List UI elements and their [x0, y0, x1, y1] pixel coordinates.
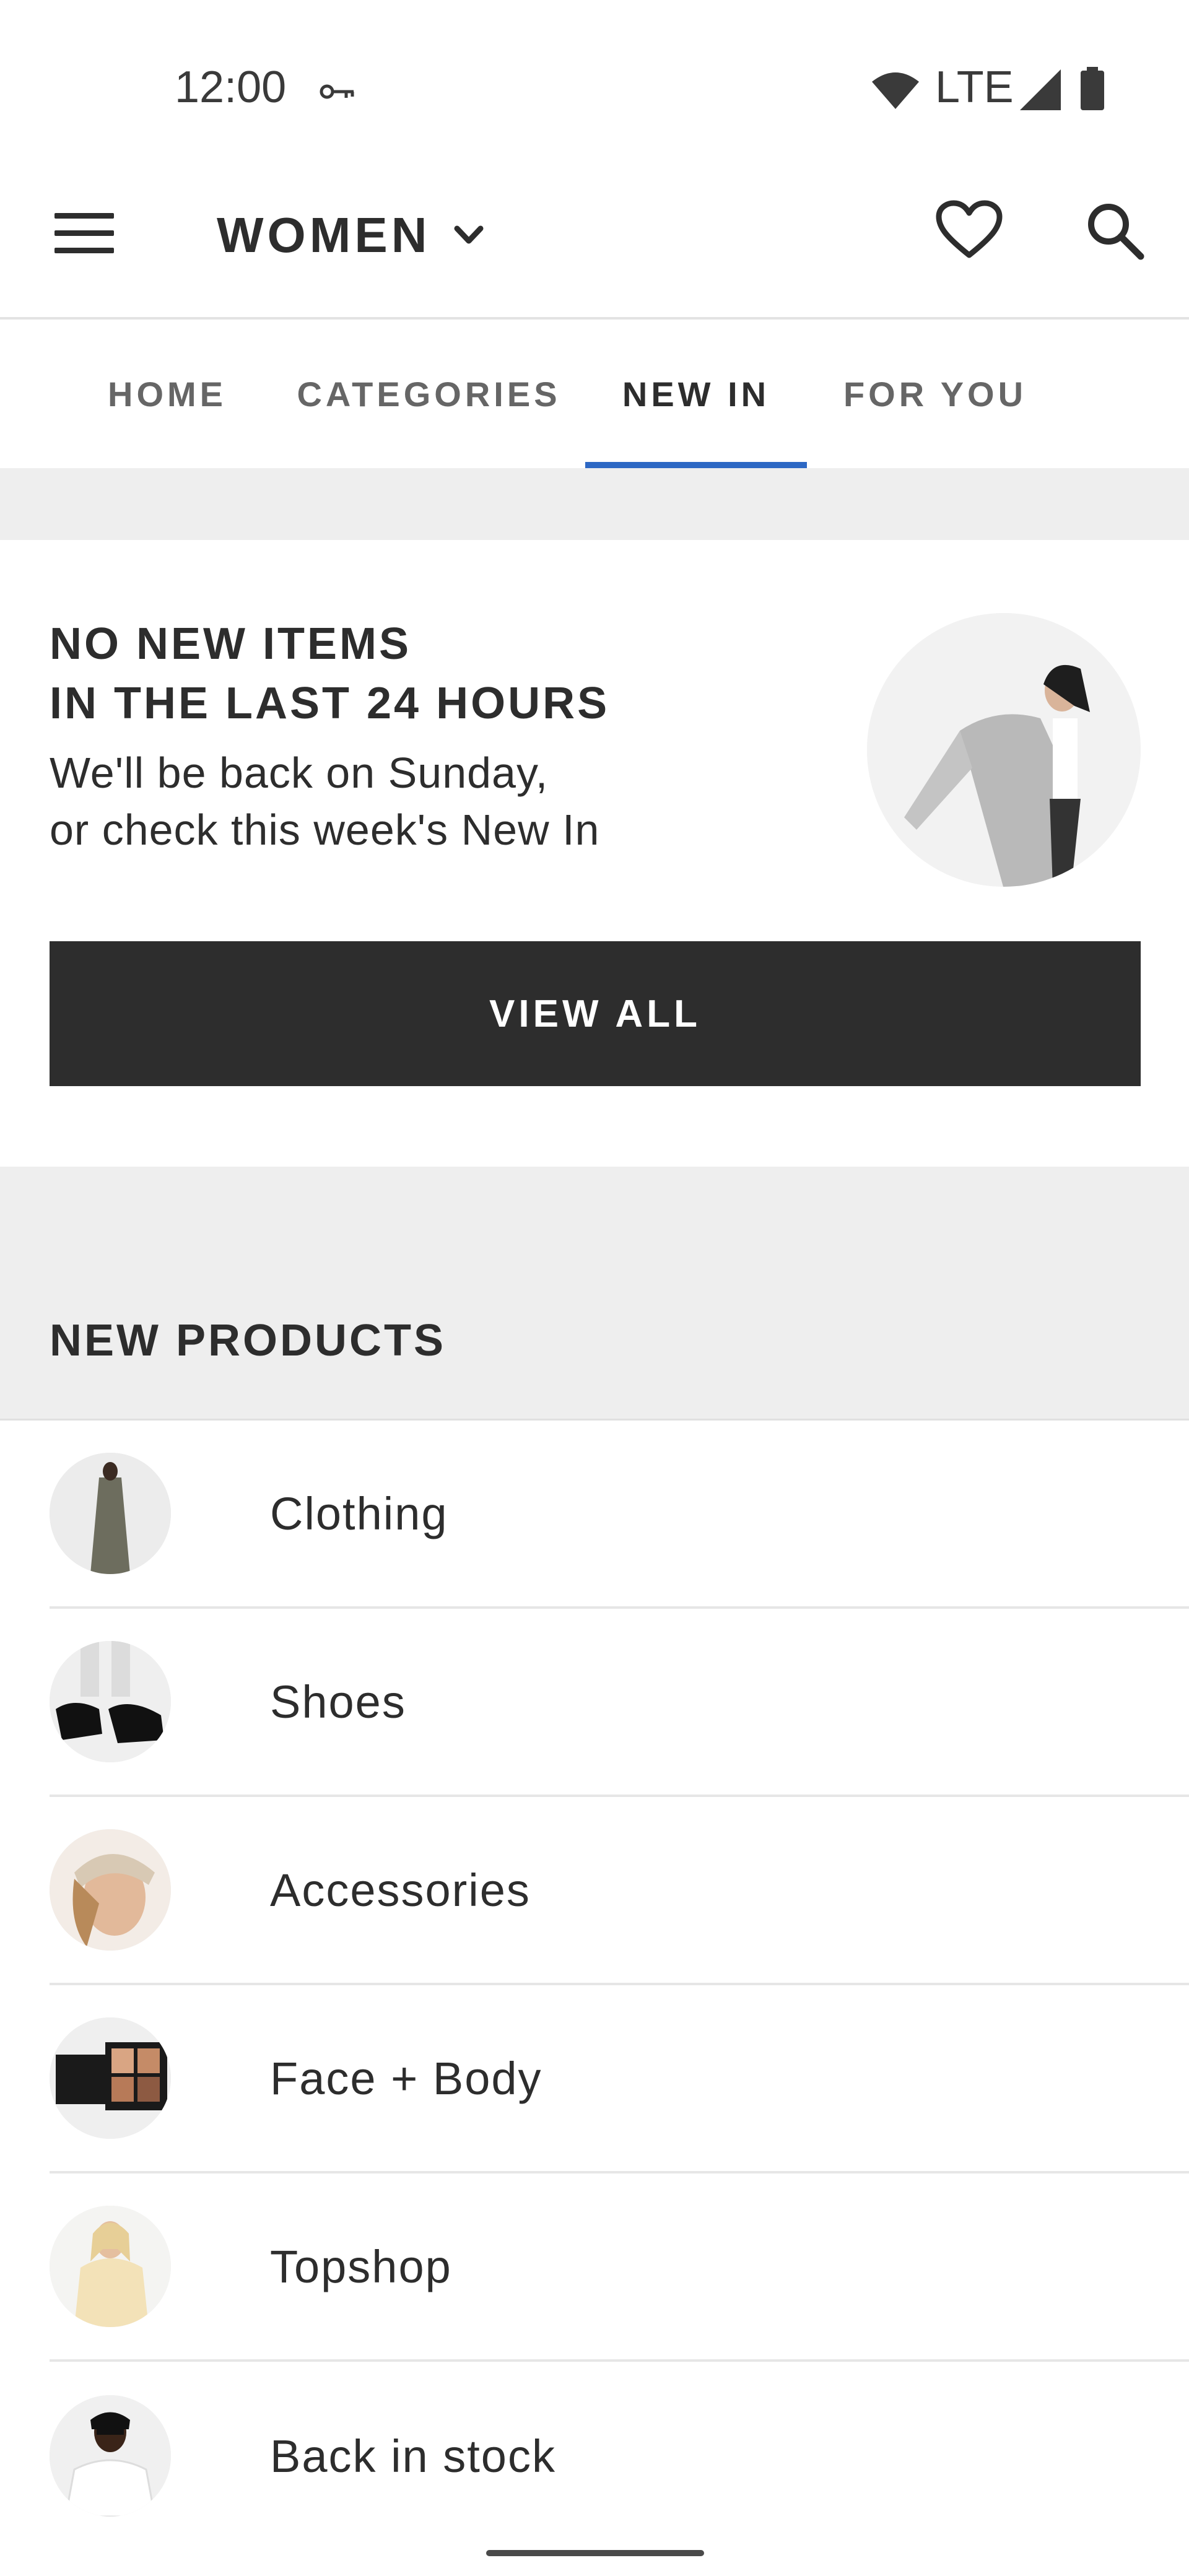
divider-band — [0, 468, 1189, 540]
search-icon[interactable] — [1084, 199, 1146, 261]
battery-icon — [1081, 67, 1104, 110]
list-item-label: Clothing — [270, 1487, 448, 1539]
shoes-thumbnail — [50, 1641, 171, 1762]
promo-card: NO NEW ITEMS IN THE LAST 24 HOURS We'll … — [0, 540, 1189, 1167]
department-label: WOMEN — [217, 207, 431, 263]
list-item-label: Face + Body — [270, 2052, 542, 2104]
tab-for-you[interactable]: FOR YOU — [830, 320, 1040, 468]
view-all-button[interactable]: VIEW ALL — [50, 941, 1141, 1086]
promo-image — [867, 613, 1141, 887]
tab-home[interactable]: HOME — [87, 320, 248, 468]
accessories-thumbnail — [50, 1829, 171, 1951]
promo-heading-line-1: NO NEW ITEMS — [50, 619, 411, 669]
list-item-clothing[interactable]: Clothing — [50, 1421, 1189, 1609]
promo-heading: NO NEW ITEMS IN THE LAST 24 HOURS — [50, 614, 609, 733]
status-bar: 12:00 LTE — [0, 0, 1189, 161]
wifi-icon — [872, 72, 919, 109]
list-item-label: Back in stock — [270, 2430, 556, 2482]
list-item-face-body[interactable]: Face + Body — [50, 1985, 1189, 2174]
app-header: WOMEN — [0, 161, 1189, 320]
home-indicator[interactable] — [486, 2550, 704, 2556]
network-type: LTE — [935, 63, 1014, 112]
list-item-back-in-stock[interactable]: Back in stock — [50, 2362, 1189, 2550]
tab-new-in[interactable]: NEW IN — [585, 320, 807, 468]
promo-subtitle-line-2: or check this week's New In — [50, 806, 600, 854]
topshop-thumbnail — [50, 2206, 171, 2327]
chevron-down-icon — [454, 225, 484, 244]
promo-heading-line-2: IN THE LAST 24 HOURS — [50, 679, 610, 728]
list-item-accessories[interactable]: Accessories — [50, 1797, 1189, 1985]
back-in-stock-thumbnail — [50, 2395, 171, 2517]
list-item-label: Shoes — [270, 1676, 406, 1728]
list-item-label: Accessories — [270, 1864, 531, 1916]
clothing-thumbnail — [50, 1453, 171, 1574]
heart-icon[interactable] — [935, 199, 1003, 261]
tab-categories[interactable]: CATEGORIES — [291, 320, 567, 468]
face-body-thumbnail — [50, 2017, 171, 2139]
promo-subtitle-line-1: We'll be back on Sunday, — [50, 749, 549, 797]
promo-subtitle: We'll be back on Sunday, or check this w… — [50, 744, 599, 858]
list-item-shoes[interactable]: Shoes — [50, 1609, 1189, 1797]
menu-icon[interactable] — [54, 208, 114, 258]
status-time: 12:00 — [175, 63, 287, 112]
list-item-label: Topshop — [270, 2240, 452, 2292]
active-tab-indicator — [585, 462, 807, 468]
new-products-header: NEW PRODUCTS — [0, 1167, 1189, 1421]
product-category-list: Clothing Shoes Accessories Face + Body T… — [0, 1421, 1189, 2550]
department-selector[interactable]: WOMEN — [217, 198, 484, 272]
list-item-topshop[interactable]: Topshop — [50, 2174, 1189, 2362]
tab-bar: HOME CATEGORIES NEW IN FOR YOU — [0, 320, 1189, 468]
key-icon — [320, 84, 354, 99]
section-title: NEW PRODUCTS — [50, 1316, 446, 1365]
signal-icon — [1020, 69, 1061, 110]
